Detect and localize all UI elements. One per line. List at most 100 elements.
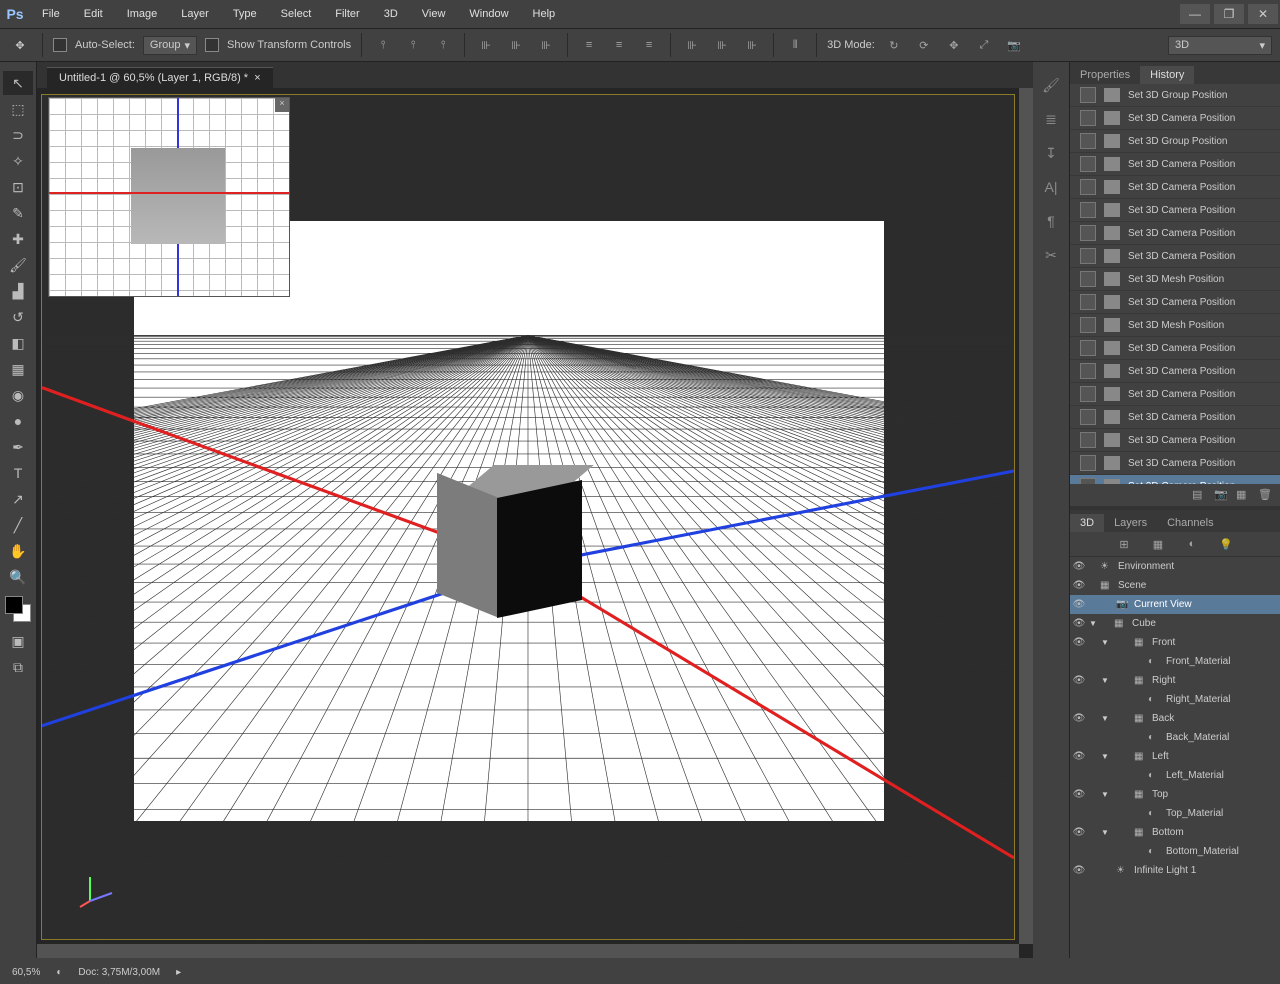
status-arrow-icon[interactable]: ▸ — [176, 967, 181, 978]
history-step-checkbox[interactable] — [1080, 248, 1096, 264]
brush-tool[interactable]: 🖌 — [3, 253, 33, 277]
scene-tree[interactable]: 👁☀Environment 👁▦Scene 👁📷Current View 👁▼▦… — [1070, 557, 1280, 958]
scene-item-left-material[interactable]: ◐Left_Material — [1070, 766, 1280, 785]
history-item[interactable]: Set 3D Camera Position — [1070, 199, 1280, 222]
tab-3d[interactable]: 3D — [1070, 514, 1104, 532]
history-item[interactable]: Set 3D Camera Position — [1070, 337, 1280, 360]
history-item[interactable]: Set 3D Group Position — [1070, 130, 1280, 153]
history-item[interactable]: Set 3D Camera Position — [1070, 383, 1280, 406]
align-icon[interactable]: ⫯ — [372, 34, 394, 56]
hand-tool[interactable]: ✋ — [3, 539, 33, 563]
character-panel-icon[interactable]: A| — [1040, 176, 1062, 198]
history-camera-icon[interactable]: 📷 — [1214, 488, 1228, 502]
align-icon[interactable]: ⊪ — [535, 34, 557, 56]
mini-view-close-icon[interactable]: × — [275, 98, 289, 112]
history-item[interactable]: Set 3D Camera Position — [1070, 429, 1280, 452]
cube-mesh[interactable] — [442, 465, 582, 615]
scrollbar-vertical[interactable] — [1019, 88, 1033, 944]
menu-file[interactable]: File — [30, 0, 72, 28]
type-tool[interactable]: T — [3, 461, 33, 485]
distribute-icon[interactable]: ≡ — [608, 34, 630, 56]
history-step-checkbox[interactable] — [1080, 133, 1096, 149]
menu-select[interactable]: Select — [269, 0, 324, 28]
scene-item-bottom[interactable]: 👁▼▦Bottom — [1070, 823, 1280, 842]
brush-panel-icon[interactable]: 🖌 — [1040, 74, 1062, 96]
scene-item-environment[interactable]: 👁☀Environment — [1070, 557, 1280, 576]
history-item[interactable]: Set 3D Mesh Position — [1070, 268, 1280, 291]
history-item[interactable]: Set 3D Camera Position — [1070, 107, 1280, 130]
align-icon[interactable]: ⫯ — [402, 34, 424, 56]
menu-window[interactable]: Window — [457, 0, 520, 28]
workspace-dropdown[interactable]: 3D▾ — [1168, 36, 1272, 55]
history-list[interactable]: Set 3D Group PositionSet 3D Camera Posit… — [1070, 84, 1280, 484]
lasso-tool[interactable]: ⊃ — [3, 123, 33, 147]
distribute-icon[interactable]: ⊪ — [741, 34, 763, 56]
scene-item-cube[interactable]: 👁▼▦Cube — [1070, 614, 1280, 633]
crop-tool[interactable]: ⊡ — [3, 175, 33, 199]
show-transform-checkbox[interactable] — [205, 38, 219, 52]
status-icon[interactable]: ◐ — [56, 967, 62, 978]
zoom-tool[interactable]: 🔍 — [3, 565, 33, 589]
scene-item-back[interactable]: 👁▼▦Back — [1070, 709, 1280, 728]
history-step-checkbox[interactable] — [1080, 271, 1096, 287]
history-step-checkbox[interactable] — [1080, 156, 1096, 172]
align-icon[interactable]: ⊪ — [505, 34, 527, 56]
history-delete-icon[interactable]: 🗑 — [1258, 488, 1272, 502]
scene-item-infinite-light[interactable]: 👁☀Infinite Light 1 — [1070, 861, 1280, 880]
brush-presets-icon[interactable]: ≣ — [1040, 108, 1062, 130]
menu-image[interactable]: Image — [115, 0, 170, 28]
stamp-tool[interactable]: ▟ — [3, 279, 33, 303]
scrollbar-horizontal[interactable] — [37, 944, 1019, 958]
viewport-3d[interactable]: × — [41, 94, 1015, 940]
filter-light-icon[interactable]: 💡 — [1215, 533, 1237, 555]
scene-item-top-material[interactable]: ◐Top_Material — [1070, 804, 1280, 823]
history-item[interactable]: Set 3D Camera Position — [1070, 291, 1280, 314]
camera-3d-icon[interactable]: 📷 — [1003, 34, 1025, 56]
scene-item-scene[interactable]: 👁▦Scene — [1070, 576, 1280, 595]
restore-button[interactable]: ❐ — [1214, 4, 1244, 24]
history-step-checkbox[interactable] — [1080, 110, 1096, 126]
align-icon[interactable]: ⫯ — [432, 34, 454, 56]
auto-select-checkbox[interactable] — [53, 38, 67, 52]
history-item[interactable]: Set 3D Camera Position — [1070, 222, 1280, 245]
distribute-icon[interactable]: ≡ — [578, 34, 600, 56]
scene-item-right[interactable]: 👁▼▦Right — [1070, 671, 1280, 690]
minimize-button[interactable]: — — [1180, 4, 1210, 24]
canvas-area[interactable]: × — [37, 88, 1033, 958]
menu-view[interactable]: View — [410, 0, 458, 28]
scene-item-front-material[interactable]: ◐Front_Material — [1070, 652, 1280, 671]
close-window-button[interactable]: ✕ — [1248, 4, 1278, 24]
history-brush-tool[interactable]: ↺ — [3, 305, 33, 329]
menu-filter[interactable]: Filter — [323, 0, 371, 28]
history-step-checkbox[interactable] — [1080, 202, 1096, 218]
history-step-checkbox[interactable] — [1080, 225, 1096, 241]
foreground-color[interactable] — [5, 596, 23, 614]
tab-properties[interactable]: Properties — [1070, 66, 1140, 84]
history-new-icon[interactable]: ▦ — [1236, 488, 1250, 502]
history-step-checkbox[interactable] — [1080, 317, 1096, 333]
dodge-tool[interactable]: ● — [3, 409, 33, 433]
tab-layers[interactable]: Layers — [1104, 514, 1157, 532]
menu-help[interactable]: Help — [521, 0, 568, 28]
distribute-icon[interactable]: ⊪ — [681, 34, 703, 56]
scene-item-top[interactable]: 👁▼▦Top — [1070, 785, 1280, 804]
history-item[interactable]: Set 3D Mesh Position — [1070, 314, 1280, 337]
secondary-view[interactable]: × — [48, 97, 290, 297]
quick-mask-toggle[interactable]: ▣ — [3, 629, 33, 653]
history-step-checkbox[interactable] — [1080, 87, 1096, 103]
scene-item-bottom-material[interactable]: ◐Bottom_Material — [1070, 842, 1280, 861]
pan-3d-icon[interactable]: ✥ — [943, 34, 965, 56]
scene-item-right-material[interactable]: ◐Right_Material — [1070, 690, 1280, 709]
history-step-checkbox[interactable] — [1080, 340, 1096, 356]
color-swatches[interactable] — [5, 596, 31, 622]
history-item[interactable]: Set 3D Camera Position — [1070, 176, 1280, 199]
filter-mesh-icon[interactable]: ▦ — [1147, 533, 1169, 555]
options-icon[interactable]: ⫴ — [784, 34, 806, 56]
history-item[interactable]: Set 3D Camera Position — [1070, 475, 1280, 484]
shape-tool[interactable]: ╱ — [3, 513, 33, 537]
blur-tool[interactable]: ◉ — [3, 383, 33, 407]
menu-3d[interactable]: 3D — [372, 0, 410, 28]
scene-item-front[interactable]: 👁▼▦Front — [1070, 633, 1280, 652]
roll-3d-icon[interactable]: ⟳ — [913, 34, 935, 56]
scene-item-left[interactable]: 👁▼▦Left — [1070, 747, 1280, 766]
